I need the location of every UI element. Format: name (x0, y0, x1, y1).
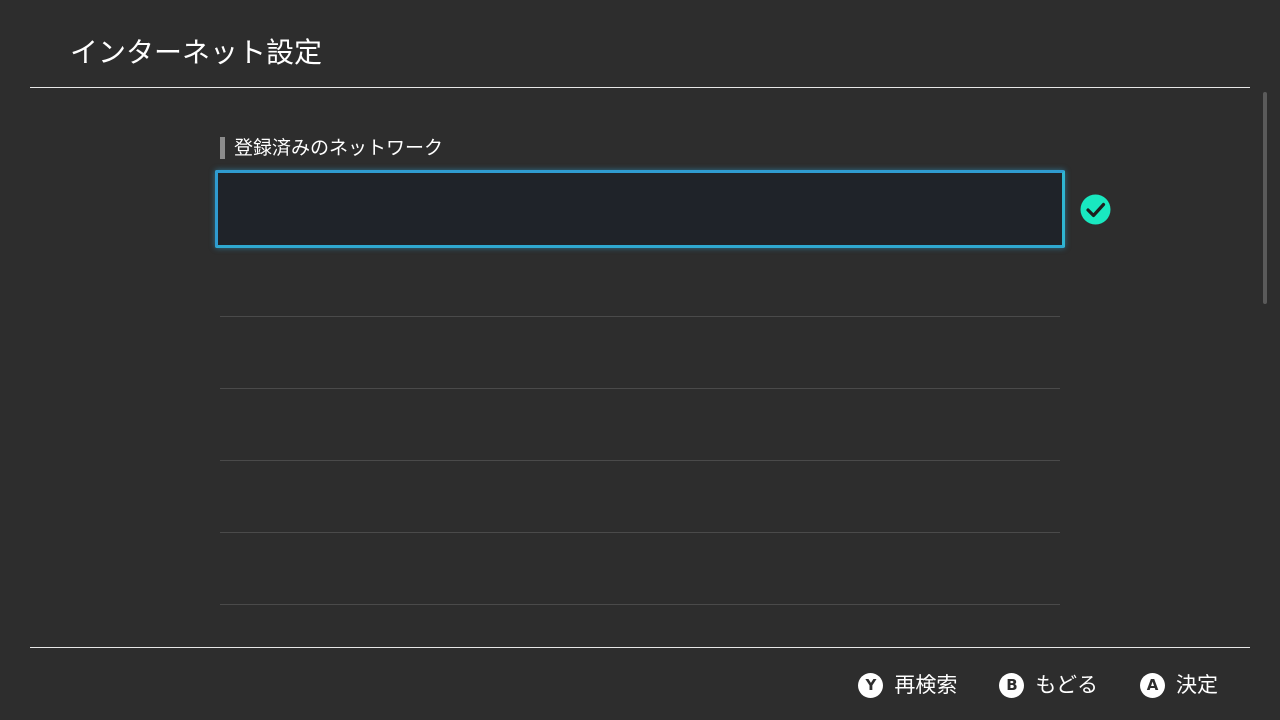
network-row[interactable] (220, 317, 1060, 389)
rescan-button[interactable]: Y 再検索 (858, 666, 957, 704)
back-label: もどる (1035, 673, 1098, 697)
network-row-selected[interactable] (215, 170, 1065, 248)
network-row[interactable] (220, 245, 1060, 317)
footer-divider (30, 647, 1250, 648)
scrollbar[interactable] (1263, 92, 1267, 304)
registered-network-list (215, 170, 1065, 605)
header-divider (30, 87, 1250, 88)
network-row[interactable] (220, 389, 1060, 461)
confirm-button[interactable]: A 決定 (1140, 666, 1218, 704)
back-button[interactable]: B もどる (999, 666, 1098, 704)
section-label: 登録済みのネットワーク (234, 137, 444, 159)
network-row[interactable] (220, 533, 1060, 605)
check-circle-icon (1080, 194, 1111, 225)
y-button-icon: Y (858, 672, 884, 698)
network-row[interactable] (220, 461, 1060, 533)
selection-cursor (215, 170, 1065, 248)
a-button-icon: A (1140, 672, 1165, 698)
page-title: インターネット設定 (70, 36, 323, 69)
internet-settings-screen: インターネット設定 登録済みのネットワーク Y 再検索 B もどる A 決定 (0, 0, 1280, 720)
section-marker (220, 137, 225, 159)
footer-actions: Y 再検索 B もどる A 決定 (816, 666, 1218, 704)
rescan-label: 再検索 (894, 673, 958, 697)
confirm-label: 決定 (1176, 673, 1218, 697)
registered-networks-header: 登録済みのネットワーク (220, 136, 443, 160)
b-button-icon: B (999, 672, 1025, 698)
